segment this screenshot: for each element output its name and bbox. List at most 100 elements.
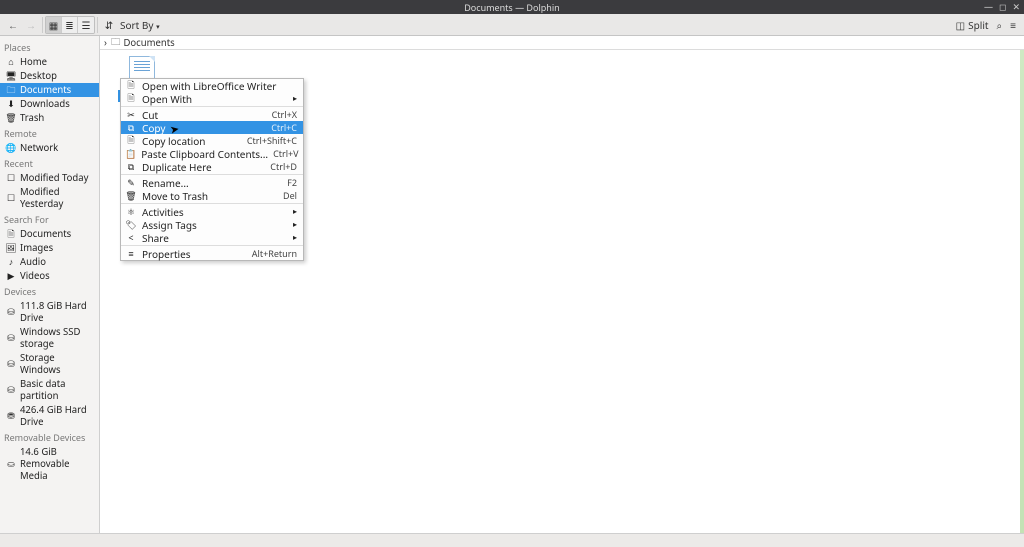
close-icon[interactable]: ✕ bbox=[1012, 0, 1020, 13]
menu-item-open-with-libreoffice-writer[interactable]: 🗎Open with LibreOffice Writer bbox=[121, 79, 303, 92]
menu-item-icon: ⧉ bbox=[125, 160, 137, 173]
devices-header: Devices bbox=[0, 283, 99, 299]
menu-item-label: Move to Trash bbox=[142, 189, 278, 203]
sidebar-item-documents[interactable]: 🗎Documents bbox=[0, 227, 99, 241]
menu-item-shortcut: Ctrl+Shift+C bbox=[247, 134, 297, 147]
sidebar-item-label: Basic data partition bbox=[20, 378, 95, 402]
search-header: Search For bbox=[0, 211, 99, 227]
menu-item-move-to-trash[interactable]: 🗑Move to TrashDel bbox=[121, 189, 303, 202]
sidebar-item-icon: ☐ bbox=[6, 193, 16, 203]
sidebar-item-426-4-gib-hard-drive[interactable]: ⛃426.4 GiB Hard Drive bbox=[0, 403, 99, 429]
sidebar-item-storage-windows[interactable]: ⛁ Storage Windows bbox=[0, 351, 99, 377]
sidebar-item-label: Storage Windows bbox=[20, 352, 95, 376]
menu-item-label: Copy location bbox=[142, 134, 242, 148]
scrollbar[interactable] bbox=[1020, 50, 1024, 533]
sidebar-item-icon: ⛁ bbox=[6, 385, 16, 395]
toolbar: ← → ▦ ≣ ☰ ⇵ Sort By ▾ ◫Split ⌕ ≡ bbox=[0, 14, 1024, 36]
sidebar-item-14-6-gib-removable-media[interactable]: ⛀14.6 GiB Removable Media bbox=[0, 445, 99, 483]
breadcrumb[interactable]: › 🗀 Documents bbox=[100, 36, 1024, 50]
menu-item-activities[interactable]: ⚛Activities▸ bbox=[121, 205, 303, 218]
sort-by-button[interactable]: Sort By ▾ bbox=[118, 18, 162, 32]
sidebar-item-icon: 🗑 bbox=[6, 113, 16, 123]
sidebar-item-icon: ⛃ bbox=[6, 411, 16, 421]
menu-item-label: Copy bbox=[142, 121, 266, 135]
separator bbox=[97, 17, 98, 33]
sidebar-item-downloads[interactable]: ⬇Downloads bbox=[0, 97, 99, 111]
menu-item-icon: < bbox=[125, 231, 137, 244]
sidebar-item-modified-yesterday[interactable]: ☐Modified Yesterday bbox=[0, 185, 99, 211]
menu-item-label: Assign Tags bbox=[142, 218, 288, 232]
menu-item-copy-location[interactable]: 🗎Copy locationCtrl+Shift+C bbox=[121, 134, 303, 147]
maximize-icon[interactable]: ◻ bbox=[999, 0, 1006, 13]
sidebar-item-modified-today[interactable]: ☐Modified Today bbox=[0, 171, 99, 185]
submenu-arrow-icon: ▸ bbox=[293, 206, 297, 217]
sidebar-item-icon: ⛁ bbox=[6, 307, 16, 317]
context-menu: 🗎Open with LibreOffice Writer🗎Open With▸… bbox=[120, 78, 304, 261]
sidebar-item-label: Downloads bbox=[20, 98, 70, 110]
menu-item-properties[interactable]: ≡PropertiesAlt+Return bbox=[121, 247, 303, 260]
back-button[interactable]: ← bbox=[4, 16, 22, 34]
menu-item-label: Open with LibreOffice Writer bbox=[142, 79, 297, 93]
submenu-arrow-icon: ▸ bbox=[293, 219, 297, 230]
file-grid[interactable]: 🗎Open with LibreOffice Writer🗎Open With▸… bbox=[100, 50, 1024, 533]
sidebar-item-basic-data-partition[interactable]: ⛁ Basic data partition bbox=[0, 377, 99, 403]
submenu-arrow-icon: ▸ bbox=[293, 232, 297, 243]
menu-item-icon: ✂ bbox=[125, 108, 137, 121]
menu-item-icon: 🗎 bbox=[125, 91, 137, 107]
sidebar-item-111-8-gib-hard-drive[interactable]: ⛁111.8 GiB Hard Drive bbox=[0, 299, 99, 325]
sidebar-item-icon: 🖼 bbox=[6, 243, 16, 253]
sidebar-item-network[interactable]: 🌐 Network bbox=[0, 141, 99, 155]
sidebar-item-windows-ssd-storage[interactable]: ⛁Windows SSD storage bbox=[0, 325, 99, 351]
menu-item-label: Paste Clipboard Contents... bbox=[141, 147, 268, 161]
menu-item-duplicate-here[interactable]: ⧉Duplicate HereCtrl+D bbox=[121, 160, 303, 173]
sidebar-item-label: Network bbox=[20, 142, 58, 154]
sidebar-item-icon: ⛀ bbox=[6, 459, 16, 469]
menu-item-icon: ≡ bbox=[125, 247, 137, 260]
places-header: Places bbox=[0, 39, 99, 55]
sidebar-item-icon: ⌂ bbox=[6, 57, 16, 67]
sidebar-item-label: Videos bbox=[20, 270, 50, 282]
menu-item-icon: 📋 bbox=[125, 147, 136, 160]
menu-item-icon: 🏷 bbox=[125, 218, 137, 231]
menu-item-label: Cut bbox=[142, 108, 267, 122]
menu-item-copy[interactable]: ⧉CopyCtrl+C bbox=[121, 121, 303, 134]
sidebar-item-images[interactable]: 🖼 Images bbox=[0, 241, 99, 255]
sidebar-item-desktop[interactable]: 🖥Desktop bbox=[0, 69, 99, 83]
menu-item-label: Share bbox=[142, 231, 288, 245]
menu-item-shortcut: Del bbox=[283, 189, 297, 202]
sidebar-item-videos[interactable]: ▶Videos bbox=[0, 269, 99, 283]
menu-item-label: Duplicate Here bbox=[142, 160, 265, 174]
sidebar-item-icon: 🗎 bbox=[6, 229, 16, 239]
sidebar-item-audio[interactable]: ♪Audio bbox=[0, 255, 99, 269]
sidebar-item-label: Images bbox=[20, 242, 53, 254]
sidebar-item-icon: 🌐 bbox=[6, 143, 16, 153]
menu-item-rename-[interactable]: ✎Rename...F2 bbox=[121, 176, 303, 189]
menu-item-share[interactable]: < Share ▸ bbox=[121, 231, 303, 244]
icons-view-button[interactable]: ▦ bbox=[46, 17, 62, 33]
sidebar-item-label: Windows SSD storage bbox=[20, 326, 95, 350]
sidebar-item-trash[interactable]: 🗑 Trash bbox=[0, 111, 99, 125]
menu-item-label: Rename... bbox=[142, 176, 282, 190]
details-view-button[interactable]: ☰ bbox=[78, 17, 94, 33]
menu-item-shortcut: Alt+Return bbox=[252, 247, 297, 260]
search-button[interactable]: ⌕ bbox=[993, 18, 1007, 32]
menu-item-assign-tags[interactable]: 🏷 Assign Tags ▸ bbox=[121, 218, 303, 231]
menu-item-open-with[interactable]: 🗎Open With▸ bbox=[121, 92, 303, 105]
breadcrumb-current[interactable]: 🗀 Documents bbox=[111, 35, 175, 51]
menu-item-paste-clipboard-contents-[interactable]: 📋Paste Clipboard Contents...Ctrl+V bbox=[121, 147, 303, 160]
places-panel: Places ⌂Home🖥Desktop🗀Documents⬇Downloads… bbox=[0, 36, 100, 533]
minimize-icon[interactable]: — bbox=[984, 0, 993, 13]
menu-item-cut[interactable]: ✂CutCtrl+X bbox=[121, 108, 303, 121]
sidebar-item-documents[interactable]: 🗀Documents bbox=[0, 83, 99, 97]
sidebar-item-label: Trash bbox=[20, 112, 44, 124]
sidebar-item-icon: ⛁ bbox=[6, 359, 16, 369]
remote-header: Remote bbox=[0, 125, 99, 141]
split-button[interactable]: ◫Split bbox=[952, 18, 993, 32]
forward-button[interactable]: → bbox=[22, 16, 40, 34]
sidebar-item-icon: ♪ bbox=[6, 257, 16, 267]
submenu-arrow-icon: ▸ bbox=[293, 93, 297, 104]
hamburger-menu-button[interactable]: ≡ bbox=[1006, 18, 1020, 32]
sidebar-item-icon: 🖥 bbox=[6, 71, 16, 81]
compact-view-button[interactable]: ≣ bbox=[62, 17, 78, 33]
sidebar-item-home[interactable]: ⌂Home bbox=[0, 55, 99, 69]
